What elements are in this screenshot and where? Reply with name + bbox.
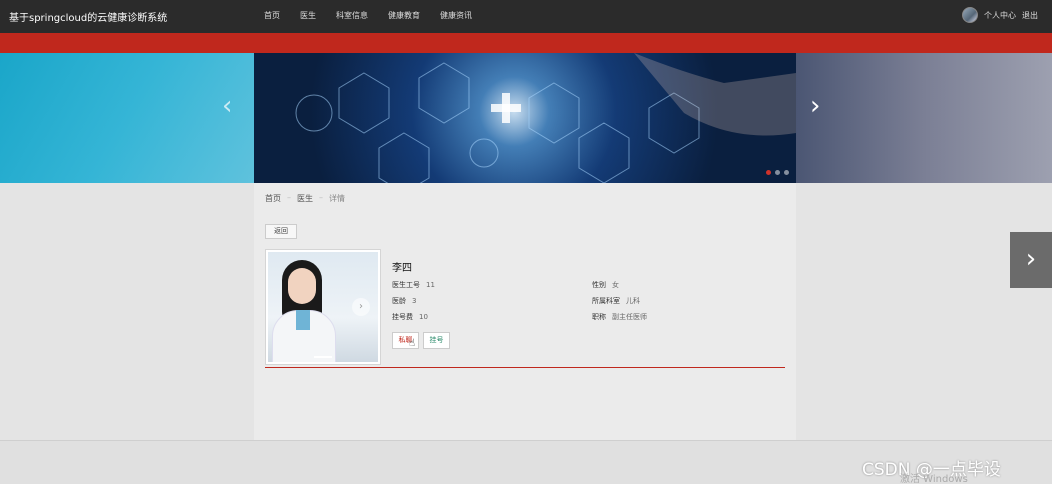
carousel-dot-3[interactable] xyxy=(784,170,789,175)
main-nav: 首页 医生 科室信息 健康教育 健康资讯 xyxy=(264,10,492,21)
doctor-photo-image: › xyxy=(268,252,378,362)
field-label: 职称 xyxy=(592,313,606,321)
register-button[interactable]: 挂号 xyxy=(423,332,450,349)
field-label: 医龄 xyxy=(392,297,406,305)
photo-next-icon[interactable]: › xyxy=(352,298,370,316)
breadcrumb-separator: – xyxy=(319,193,323,202)
banner-slide-current xyxy=(254,53,796,183)
field-value: 11 xyxy=(426,281,435,289)
logout-link[interactable]: 退出 xyxy=(1022,10,1038,21)
breadcrumb: 首页 – 医生 – 详情 xyxy=(265,193,345,204)
windows-watermark: 激活 Windows xyxy=(900,474,968,484)
field-title: 职称 副主任医师 xyxy=(592,312,647,322)
breadcrumb-separator: – xyxy=(287,193,291,202)
chevron-left-icon[interactable]: ‹ xyxy=(222,91,232,121)
carousel-dot-1[interactable] xyxy=(766,170,771,175)
field-gender: 性别女 xyxy=(592,280,619,290)
banner-carousel: ‹ › xyxy=(0,53,1052,183)
nav-item-departments[interactable]: 科室信息 xyxy=(336,10,368,21)
doctor-detail-panel: 首页 – 医生 – 详情 返回 › 李四 医生工号 11 性别女 医龄 3 所属科室… xyxy=(254,183,796,440)
banner-slide-prev xyxy=(0,53,254,183)
breadcrumb-home[interactable]: 首页 xyxy=(265,193,281,204)
medical-illustration xyxy=(295,53,796,183)
field-value: 女 xyxy=(612,281,619,289)
hand-cursor-icon: ☝ xyxy=(409,338,416,349)
breadcrumb-section[interactable]: 医生 xyxy=(297,193,313,204)
field-age: 医龄 3 xyxy=(392,296,416,306)
app-title[interactable]: 基于springcloud的云健康诊断系统 xyxy=(9,9,167,24)
field-value: 儿科 xyxy=(626,297,640,305)
field-value: 副主任医师 xyxy=(612,313,647,321)
page-next-icon[interactable]: › xyxy=(1010,232,1052,288)
carousel-dots xyxy=(766,170,789,175)
breadcrumb-current: 详情 xyxy=(329,194,345,203)
section-divider xyxy=(265,367,785,368)
top-navbar: 基于springcloud的云健康诊断系统 首页 医生 科室信息 健康教育 健康… xyxy=(0,0,1052,33)
carousel-dot-2[interactable] xyxy=(775,170,780,175)
photo-collar xyxy=(296,310,310,330)
field-label: 挂号费 xyxy=(392,313,413,321)
user-area: 个人中心 退出 xyxy=(962,7,1038,23)
accent-bar xyxy=(0,33,1052,53)
user-avatar[interactable] xyxy=(962,7,978,23)
field-label: 性别 xyxy=(592,281,606,289)
chevron-right-icon[interactable]: › xyxy=(810,91,820,121)
field-label: 所属科室 xyxy=(592,297,620,305)
field-label: 医生工号 xyxy=(392,281,420,289)
banner-slide-next xyxy=(796,53,1052,183)
nav-item-health-education[interactable]: 健康教育 xyxy=(388,10,420,21)
field-department: 所属科室 儿科 xyxy=(592,296,640,306)
doctor-photo: › xyxy=(265,249,381,365)
nav-item-doctors[interactable]: 医生 xyxy=(300,10,316,21)
nav-item-home[interactable]: 首页 xyxy=(264,10,280,21)
field-value: 10 xyxy=(419,313,428,321)
nav-item-health-news[interactable]: 健康资讯 xyxy=(440,10,472,21)
photo-indicator xyxy=(314,356,332,358)
field-fee: 挂号费 10 xyxy=(392,312,428,322)
doctor-name: 李四 xyxy=(392,263,412,274)
field-doctor-id: 医生工号 11 xyxy=(392,280,435,290)
field-value: 3 xyxy=(412,297,417,305)
user-center-link[interactable]: 个人中心 xyxy=(984,10,1016,21)
photo-face xyxy=(288,268,316,304)
back-button[interactable]: 返回 xyxy=(265,224,297,239)
